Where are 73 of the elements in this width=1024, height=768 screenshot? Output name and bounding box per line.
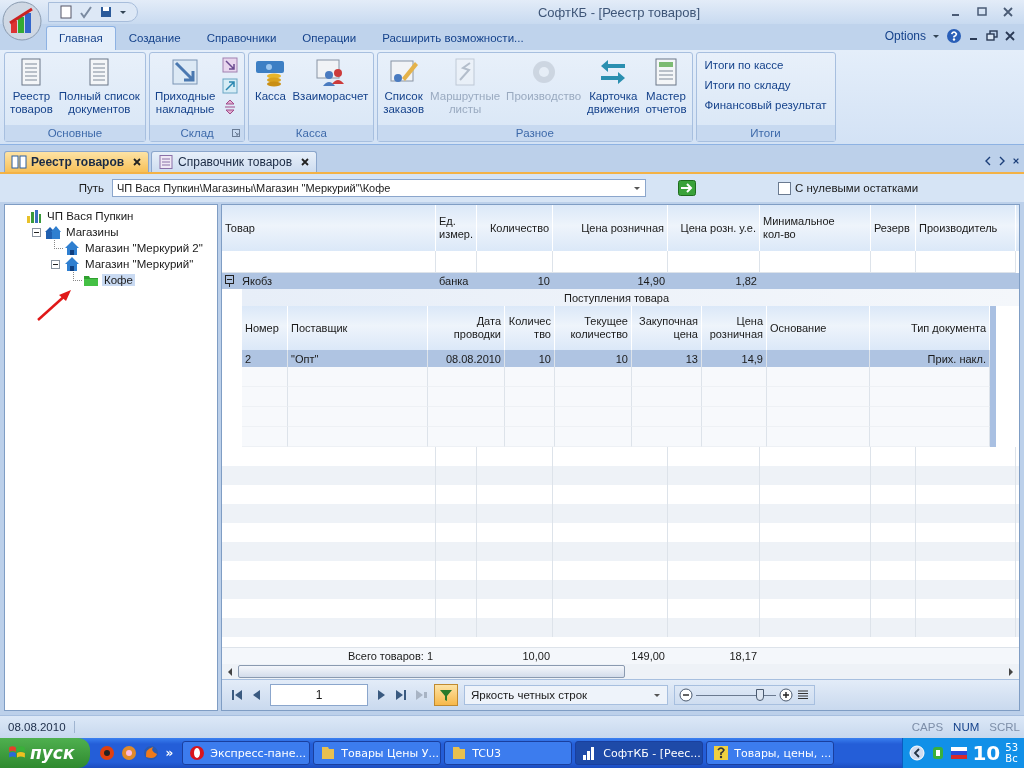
group-label: Итоги	[750, 127, 781, 139]
column-header[interactable]: Цена розничная	[553, 205, 668, 251]
table-cell: 13	[685, 352, 698, 365]
ribbon-button[interactable]: Список заказов	[380, 55, 428, 117]
taskbar-button[interactable]: TCU3	[444, 741, 573, 765]
ribbon-button[interactable]: Касса	[251, 55, 290, 104]
table-cell: 10	[615, 352, 628, 365]
column-header[interactable]: Минимальное кол-во	[760, 205, 871, 251]
tree-item[interactable]: ЧП Вася Пупкин	[45, 210, 136, 222]
group-label: Разное	[515, 127, 554, 139]
key-indicator: CAPS	[911, 721, 944, 733]
table-row[interactable]: 2 "Опт" 08.08.2010 10 10 13 14,9 Прих. накл.	[242, 350, 990, 367]
summary-link[interactable]: Итоги по складу	[704, 79, 827, 91]
tree-item[interactable]: Магазин "Меркурий 2"	[83, 242, 205, 254]
table-cell: 14,9	[741, 352, 763, 365]
table-cell: 1,82	[735, 275, 757, 287]
tree-item[interactable]: Магазин "Меркурий"	[83, 258, 196, 270]
table-cell: 08.08.2010	[445, 352, 501, 365]
summary-cell: 149,00	[631, 650, 665, 662]
tree-item[interactable]: Магазины	[64, 226, 121, 238]
ribbon-tab[interactable]: Операции	[289, 26, 370, 50]
table-row[interactable]: Якобз банка 10 14,90 1,82	[222, 273, 1019, 289]
ribbon-tab[interactable]: Справочники	[193, 26, 290, 50]
path-label: Путь	[77, 182, 105, 194]
summary-link[interactable]: Итоги по кассе	[704, 59, 827, 71]
taskbar-button[interactable]: СофтКБ - [Реес...	[575, 741, 704, 765]
table-cell: 2	[245, 352, 252, 365]
ribbon-button[interactable]: Мастер отчетов	[642, 55, 690, 117]
ribbon-button[interactable]: Взаиморасчет	[289, 55, 372, 104]
page-field[interactable]: 1	[270, 684, 368, 706]
table-cell: Прих. накл.	[927, 352, 986, 365]
key-indicator: SCRL	[989, 721, 1020, 733]
table-cell: 10	[538, 352, 551, 365]
summary-cell: 10,00	[522, 650, 550, 662]
ribbon-tab[interactable]: Создание	[115, 26, 194, 50]
brightness-dropdown[interactable]: Яркость четных строк	[464, 685, 668, 705]
taskbar-button[interactable]: Товары Цены У...	[313, 741, 442, 765]
path-combobox[interactable]: ЧП Вася Пупкин\Магазины\Магазин "Меркурий"\Кофе	[112, 179, 646, 197]
table-cell: банка	[439, 275, 469, 287]
table-cell: 10	[537, 275, 550, 287]
summary-link[interactable]: Финансовый результат	[704, 99, 827, 111]
status-date: 08.08.2010	[0, 721, 75, 733]
ribbon-tab[interactable]: Главная	[46, 26, 116, 50]
column-header[interactable]: Цена розн. у.е.	[668, 205, 760, 251]
table-cell: Якобз	[242, 275, 273, 287]
table-cell: "Опт"	[291, 352, 319, 365]
column-header[interactable]: Резерв	[871, 205, 916, 251]
key-indicator: NUM	[953, 721, 980, 733]
ribbon-button[interactable]: Приходные накладные	[151, 55, 219, 117]
table-cell: 14,90	[637, 275, 665, 287]
column-header[interactable]: Товар	[222, 205, 436, 251]
column-header[interactable]: Ед. измер.	[436, 205, 477, 251]
ribbon-button[interactable]: Полный список документов	[55, 55, 143, 117]
ribbon-button[interactable]: Карточка движения	[584, 55, 643, 117]
group-label: Основные	[47, 127, 103, 139]
options-menu[interactable]: Options	[884, 29, 926, 43]
checkbox-label: С нулевыми остатками	[795, 182, 919, 194]
ribbon-button[interactable]: Реестр товаров	[7, 55, 56, 117]
detail-caption: Поступления товара	[564, 291, 669, 304]
taskbar-button[interactable]: Экспресс-пане...	[182, 741, 311, 765]
column-header[interactable]: Количество	[477, 205, 553, 251]
group-label: Касса	[295, 127, 327, 139]
group-label: Склад	[180, 127, 214, 139]
summary-cell: 18,17	[729, 650, 757, 662]
summary-cell: Всего товаров: 1	[347, 650, 433, 662]
document-tab[interactable]: Справочник товаров	[151, 151, 318, 172]
taskbar-button[interactable]: Товары, цены, ...	[706, 741, 835, 765]
ribbon-tab[interactable]: Расширить возможности...	[369, 26, 537, 50]
column-header[interactable]: Производитель	[916, 205, 1016, 251]
more-chevron[interactable]: »	[165, 746, 174, 760]
tree-item[interactable]: Кофе	[102, 274, 135, 286]
document-tab[interactable]: Реестр товаров	[4, 151, 150, 172]
window-title: СофтКБ - [Реестр товаров]	[536, 4, 701, 20]
